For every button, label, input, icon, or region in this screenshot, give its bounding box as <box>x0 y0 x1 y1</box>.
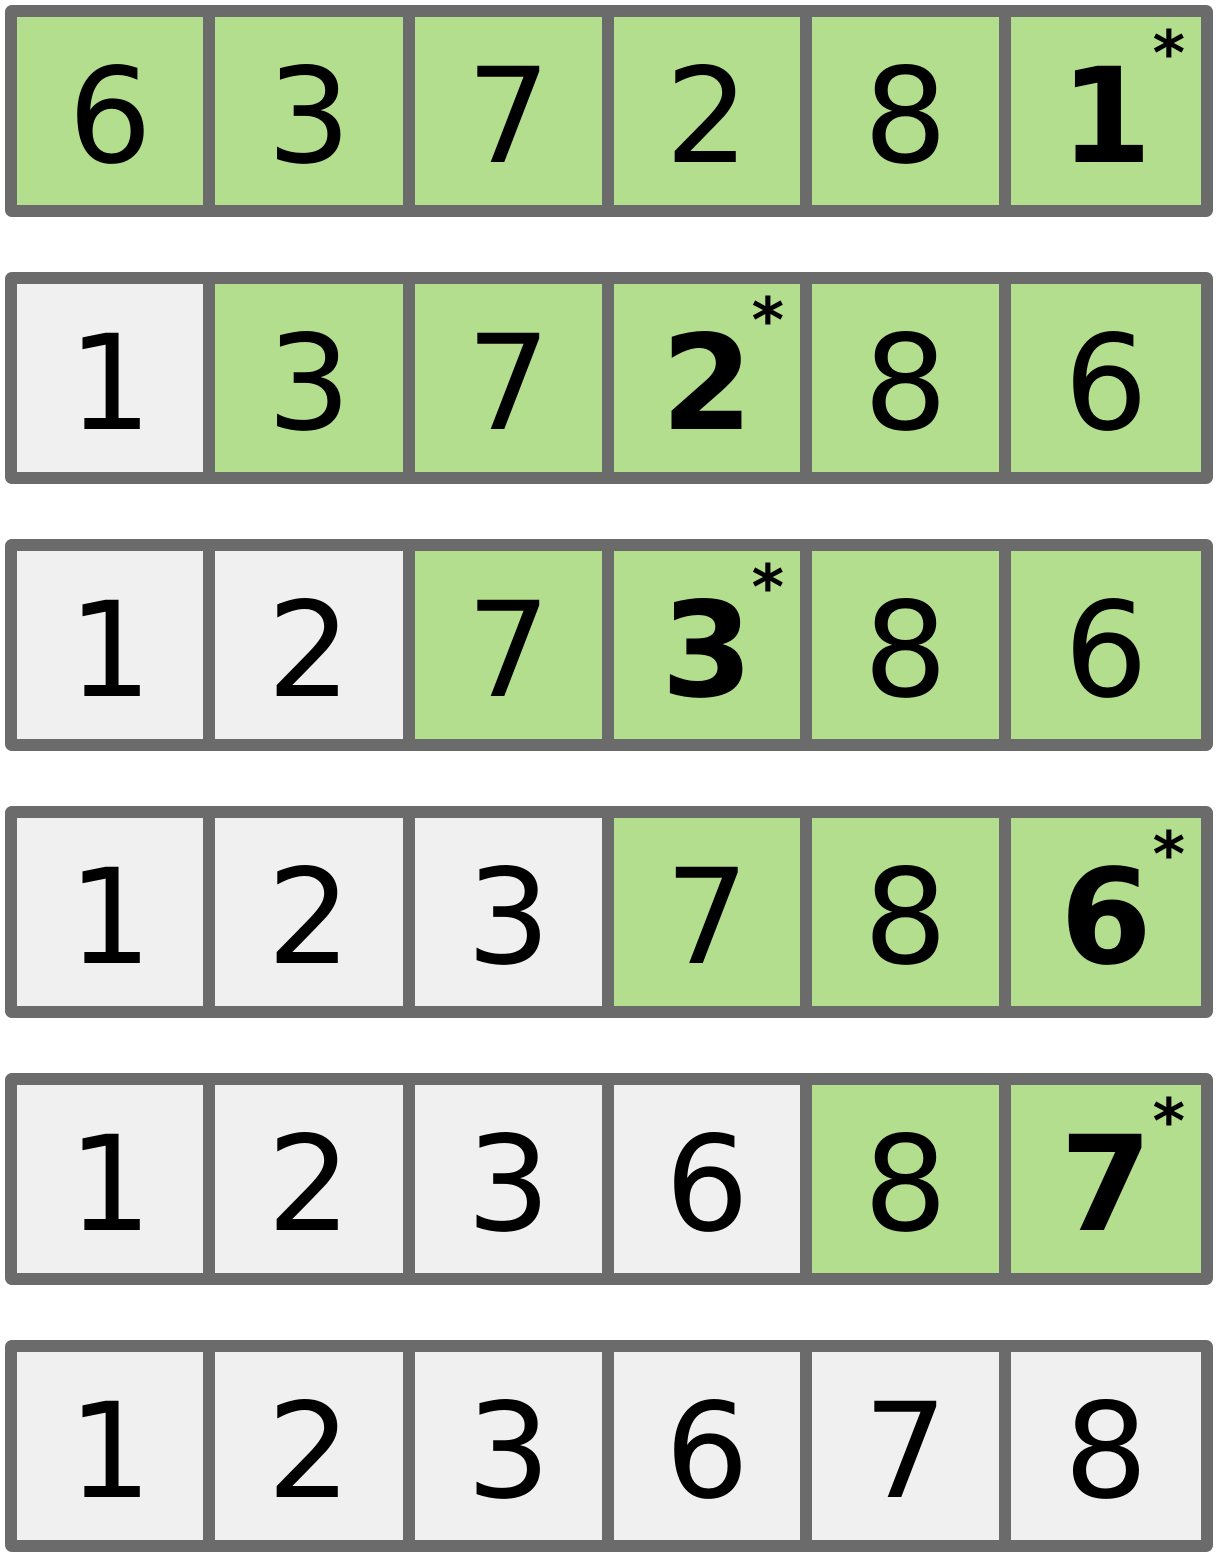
array-cell: 6 <box>1011 551 1201 739</box>
min-marker-asterisk: * <box>1152 818 1185 891</box>
array-cell: 2 <box>614 17 800 205</box>
cell-value: 8 <box>863 574 948 728</box>
cell-value: 6 <box>665 1375 749 1529</box>
cell-value: 7 <box>1060 1108 1152 1262</box>
cell-value: 8 <box>863 307 948 461</box>
array-row-3: 1 2 7 3 * 8 6 <box>5 539 1213 751</box>
array-cell: 8 <box>1011 1352 1201 1540</box>
cell-value: 7 <box>466 574 551 728</box>
cell-value: 6 <box>68 40 152 194</box>
cell-value: 1 <box>68 1375 152 1529</box>
array-cell: 2 <box>215 818 403 1006</box>
array-cell: 7 <box>415 17 602 205</box>
array-cell: 8 <box>812 284 999 472</box>
array-cell: 1 <box>17 284 203 472</box>
cell-value: 1 <box>68 1108 152 1262</box>
cell-value: 3 <box>466 1375 551 1529</box>
array-cell: 1 <box>17 818 203 1006</box>
selection-sort-diagram: 6 3 7 2 8 1 * 1 3 7 2 * 8 6 1 2 7 3 * 8 6 1… <box>0 0 1217 1556</box>
cell-value: 3 <box>267 307 351 461</box>
cell-value: 1 <box>68 841 152 995</box>
cell-value: 2 <box>665 40 749 194</box>
cell-value: 1 <box>1060 40 1152 194</box>
cell-value: 2 <box>661 307 753 461</box>
min-marker-asterisk: * <box>1152 17 1185 90</box>
array-cell: 1 * <box>1011 17 1201 205</box>
array-cell: 6 <box>614 1085 800 1273</box>
array-cell: 7 * <box>1011 1085 1201 1273</box>
cell-value: 7 <box>466 40 551 194</box>
array-row-2: 1 3 7 2 * 8 6 <box>5 272 1213 484</box>
array-cell: 3 <box>215 284 403 472</box>
array-cell: 3 <box>415 1085 602 1273</box>
array-cell: 7 <box>812 1352 999 1540</box>
array-cell: 7 <box>415 284 602 472</box>
array-cell: 8 <box>812 17 999 205</box>
cell-value: 8 <box>863 841 948 995</box>
cell-value: 7 <box>466 307 551 461</box>
cell-value: 8 <box>1064 1375 1148 1529</box>
array-row-1: 6 3 7 2 8 1 * <box>5 5 1213 217</box>
array-cell: 8 <box>812 1085 999 1273</box>
cell-value: 2 <box>267 1108 351 1262</box>
cell-value: 6 <box>1064 574 1148 728</box>
cell-value: 1 <box>68 307 152 461</box>
cell-value: 7 <box>665 841 749 995</box>
array-cell: 6 <box>614 1352 800 1540</box>
array-row-5: 1 2 3 6 8 7 * <box>5 1073 1213 1285</box>
array-cell: 6 * <box>1011 818 1201 1006</box>
array-cell: 3 * <box>614 551 800 739</box>
cell-value: 3 <box>267 40 351 194</box>
min-marker-asterisk: * <box>1152 1085 1185 1158</box>
array-cell: 7 <box>614 818 800 1006</box>
cell-value: 7 <box>863 1375 948 1529</box>
min-marker-asterisk: * <box>751 284 784 357</box>
array-cell: 1 <box>17 1352 203 1540</box>
array-cell: 6 <box>1011 284 1201 472</box>
array-cell: 3 <box>415 1352 602 1540</box>
cell-value: 3 <box>466 841 551 995</box>
cell-value: 2 <box>267 574 351 728</box>
array-cell: 2 <box>215 1085 403 1273</box>
array-cell: 3 <box>215 17 403 205</box>
cell-value: 8 <box>863 1108 948 1262</box>
cell-value: 6 <box>1060 841 1152 995</box>
array-cell: 8 <box>812 551 999 739</box>
cell-value: 1 <box>68 574 152 728</box>
cell-value: 6 <box>665 1108 749 1262</box>
array-row-4: 1 2 3 7 8 6 * <box>5 806 1213 1018</box>
array-cell: 6 <box>17 17 203 205</box>
array-row-6: 1 2 3 6 7 8 <box>5 1340 1213 1552</box>
array-cell: 1 <box>17 551 203 739</box>
array-cell: 3 <box>415 818 602 1006</box>
cell-value: 3 <box>661 574 753 728</box>
cell-value: 8 <box>863 40 948 194</box>
array-cell: 7 <box>415 551 602 739</box>
cell-value: 6 <box>1064 307 1148 461</box>
min-marker-asterisk: * <box>751 551 784 624</box>
array-cell: 1 <box>17 1085 203 1273</box>
array-cell: 8 <box>812 818 999 1006</box>
cell-value: 3 <box>466 1108 551 1262</box>
array-cell: 2 <box>215 551 403 739</box>
cell-value: 2 <box>267 1375 351 1529</box>
array-cell: 2 <box>215 1352 403 1540</box>
array-cell: 2 * <box>614 284 800 472</box>
cell-value: 2 <box>267 841 351 995</box>
